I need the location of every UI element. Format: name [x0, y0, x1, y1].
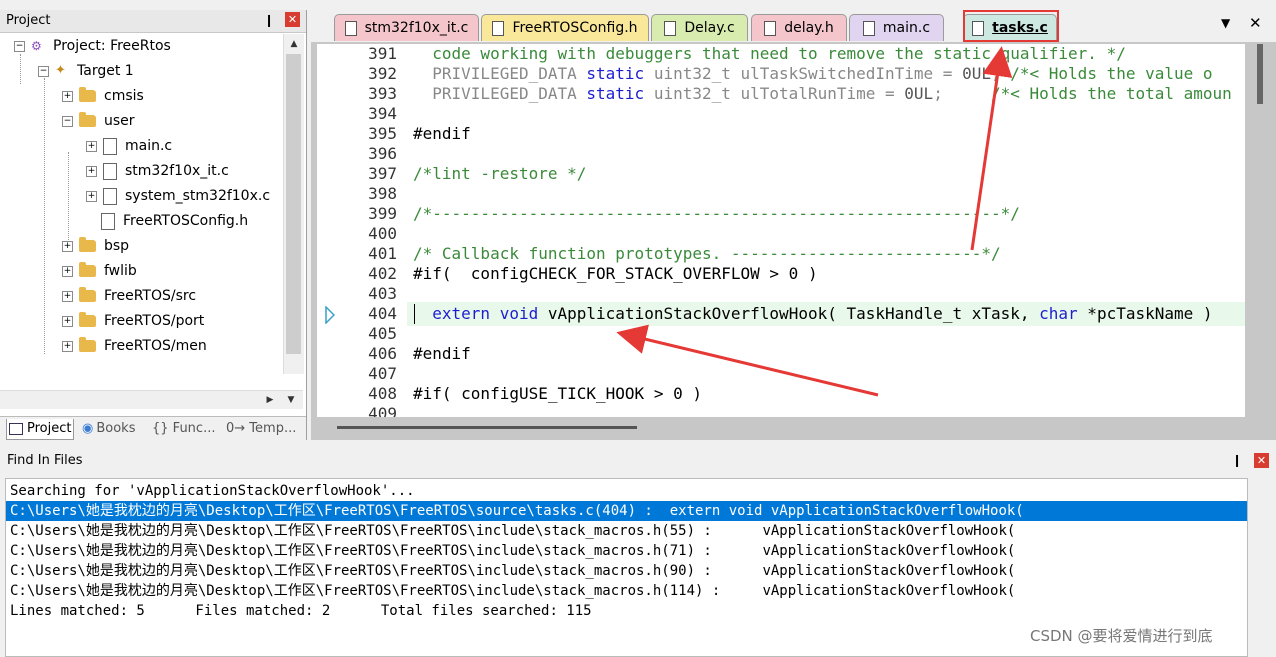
- annotation-arrows: [616, 46, 1013, 397]
- annotation-arrow-up: [970, 46, 1013, 251]
- annotation-arrow-left: [616, 324, 879, 397]
